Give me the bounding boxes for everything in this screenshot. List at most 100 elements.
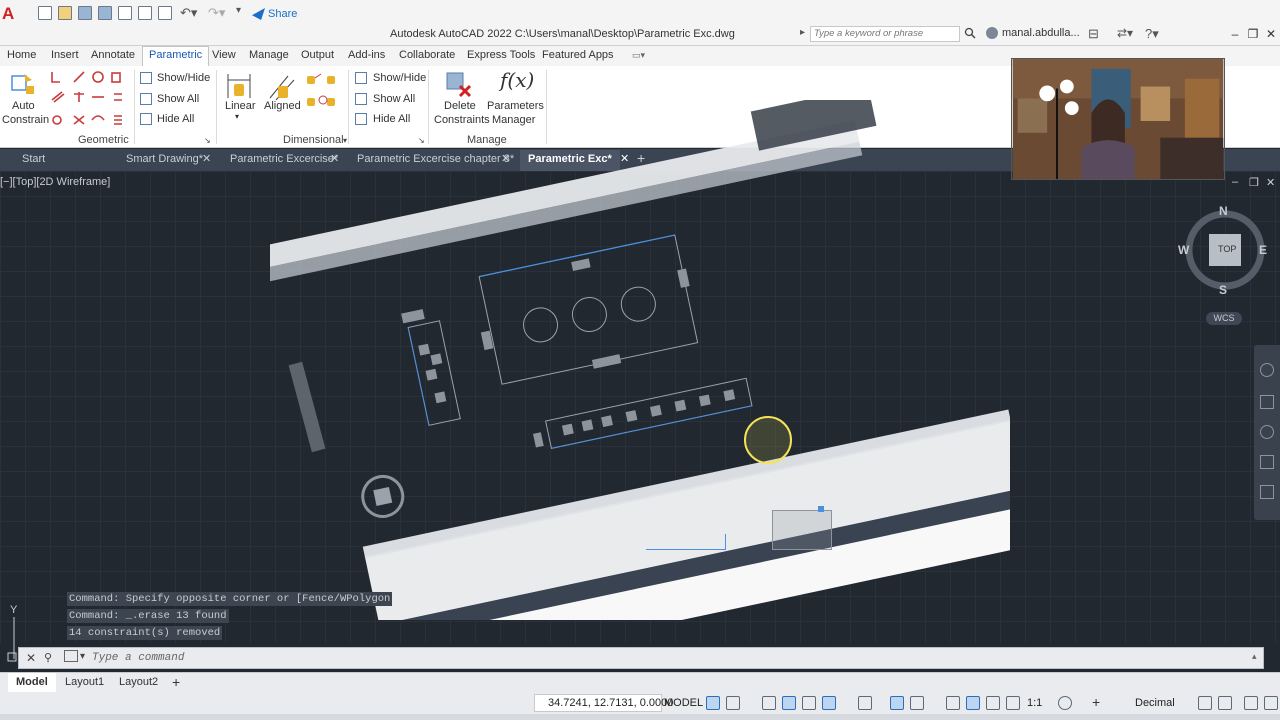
save-icon[interactable] bbox=[78, 6, 92, 20]
tab-collaborate[interactable]: Collaborate bbox=[399, 49, 455, 61]
annotation-visibility-icon[interactable] bbox=[966, 696, 980, 710]
cursor-coordinates[interactable]: 34.7241, 12.7131, 0.0000 bbox=[548, 697, 673, 709]
zoom-icon[interactable] bbox=[1260, 425, 1274, 439]
viewcube-east-label[interactable]: E bbox=[1259, 243, 1267, 257]
tab-layout2[interactable]: Layout2 bbox=[119, 676, 158, 688]
qat-menu-icon[interactable]: ▾ bbox=[236, 5, 241, 16]
search-icon[interactable] bbox=[964, 27, 976, 39]
user-icon[interactable] bbox=[986, 27, 998, 39]
command-customize-icon[interactable]: ⚲ bbox=[44, 651, 52, 664]
autocad-logo-icon[interactable]: A bbox=[2, 4, 18, 24]
linear-button[interactable]: Linear bbox=[225, 100, 256, 112]
aligned-button[interactable]: Aligned bbox=[264, 100, 301, 112]
dim-show-all-button[interactable]: Show All bbox=[373, 93, 415, 105]
dimensional-small-icons[interactable] bbox=[305, 72, 341, 126]
viewcube-north-label[interactable]: N bbox=[1219, 204, 1228, 218]
geo-hide-all-button[interactable]: Hide All bbox=[157, 113, 194, 125]
quick-properties-icon[interactable] bbox=[1198, 696, 1212, 710]
save-as-icon[interactable] bbox=[98, 6, 112, 20]
tab-start[interactable]: Start bbox=[22, 153, 45, 165]
delete-constraints-label-2[interactable]: Constraints bbox=[434, 114, 490, 126]
open-file-icon[interactable] bbox=[58, 6, 72, 20]
snap-icon[interactable] bbox=[726, 696, 740, 710]
tab-output[interactable]: Output bbox=[301, 49, 334, 61]
command-close-icon[interactable]: ✕ bbox=[26, 651, 36, 665]
annotate-plus-icon[interactable]: + bbox=[1092, 694, 1100, 710]
clean-screen-icon[interactable] bbox=[1244, 696, 1258, 710]
share-button[interactable]: Share bbox=[252, 5, 297, 23]
auto-constrain-label-2[interactable]: Constrain bbox=[2, 114, 49, 126]
viewport-close-icon[interactable]: ✕ bbox=[1266, 176, 1275, 189]
command-input[interactable]: Type a command bbox=[92, 652, 184, 664]
tab-home[interactable]: Home bbox=[7, 49, 36, 61]
command-recent-dropdown-icon[interactable]: ▾ bbox=[80, 651, 85, 662]
ribbon-toggle-icon[interactable]: ▭▾ bbox=[632, 50, 645, 61]
viewcube-top-label[interactable]: TOP bbox=[1218, 244, 1236, 254]
geo-show-hide-button[interactable]: Show/Hide bbox=[157, 72, 210, 84]
infer-constraints-icon[interactable] bbox=[762, 696, 776, 710]
lock-ui-icon[interactable] bbox=[1218, 696, 1232, 710]
new-tab-icon[interactable]: + bbox=[637, 150, 645, 166]
parameters-manager-label[interactable]: Parameters bbox=[487, 100, 544, 112]
tab-view[interactable]: View bbox=[212, 49, 236, 61]
tab-layout1[interactable]: Layout1 bbox=[65, 676, 104, 688]
tab-annotate[interactable]: Annotate bbox=[91, 49, 135, 61]
open-web-icon[interactable] bbox=[118, 6, 132, 20]
selected-block[interactable] bbox=[772, 510, 832, 550]
workspace-gear-icon[interactable] bbox=[1058, 696, 1072, 710]
save-web-icon[interactable] bbox=[138, 6, 152, 20]
customization-icon[interactable] bbox=[1264, 696, 1278, 710]
tab-express-tools[interactable]: Express Tools bbox=[467, 49, 535, 61]
tab-manage[interactable]: Manage bbox=[249, 49, 289, 61]
restore-icon[interactable]: ❐ bbox=[1246, 27, 1260, 41]
delete-constraints-icon[interactable] bbox=[444, 70, 474, 100]
close-tab-icon[interactable]: ✕ bbox=[202, 152, 211, 165]
dynamic-input-icon[interactable] bbox=[782, 696, 796, 710]
isodraft-icon[interactable] bbox=[858, 696, 872, 710]
search-input[interactable]: Type a keyword or phrase bbox=[810, 26, 960, 42]
grid-icon[interactable] bbox=[706, 696, 720, 710]
object-snap-tracking-icon[interactable] bbox=[890, 696, 904, 710]
cart-icon[interactable]: ⊟ bbox=[1088, 26, 1099, 42]
tab-model[interactable]: Model bbox=[8, 673, 56, 693]
object-snap-icon[interactable] bbox=[910, 696, 924, 710]
pan-icon[interactable] bbox=[1260, 395, 1274, 409]
tab-parametric-exc[interactable]: Parametric Exc* bbox=[520, 150, 620, 171]
command-history-icon[interactable] bbox=[64, 650, 78, 662]
tab-parametric-excercise[interactable]: Parametric Excercise* bbox=[230, 153, 338, 165]
steering-wheel-icon[interactable] bbox=[1260, 363, 1274, 377]
aligned-icon[interactable] bbox=[268, 72, 296, 102]
tab-insert[interactable]: Insert bbox=[51, 49, 79, 61]
model-space-toggle[interactable]: MODEL bbox=[664, 697, 703, 709]
tab-parametric-chapter-8[interactable]: Parametric Excercise chapter 8* bbox=[357, 153, 514, 165]
close-tab-icon[interactable]: ✕ bbox=[330, 152, 339, 165]
add-layout-icon[interactable]: + bbox=[172, 674, 180, 690]
geometric-constraints-icons[interactable] bbox=[48, 70, 128, 130]
viewport-minimize-icon[interactable]: – bbox=[1232, 176, 1238, 188]
redo-icon[interactable]: ↷▾ bbox=[208, 5, 225, 21]
linear-dropdown-icon[interactable]: ▾ bbox=[235, 112, 239, 121]
dim-hide-all-button[interactable]: Hide All bbox=[373, 113, 410, 125]
units-selector[interactable]: Decimal bbox=[1135, 697, 1175, 709]
viewcube-west-label[interactable]: W bbox=[1178, 243, 1189, 257]
viewport-controls-label[interactable]: [−][Top][2D Wireframe] bbox=[0, 176, 110, 188]
grip-point[interactable] bbox=[818, 506, 824, 512]
wcs-menu-button[interactable]: WCS bbox=[1206, 312, 1242, 325]
dimensional-dropdown-icon[interactable]: ▾ bbox=[343, 136, 347, 145]
new-file-icon[interactable] bbox=[38, 6, 52, 20]
search-expand-icon[interactable]: ▸ bbox=[800, 27, 805, 38]
dimensional-expand-icon[interactable]: ↘ bbox=[418, 136, 425, 145]
command-expand-icon[interactable]: ▴ bbox=[1252, 651, 1257, 662]
geometric-expand-icon[interactable]: ↘ bbox=[204, 136, 211, 145]
dim-show-hide-button[interactable]: Show/Hide bbox=[373, 72, 426, 84]
tab-smart-drawing[interactable]: Smart Drawing* bbox=[126, 153, 203, 165]
auto-constrain-icon[interactable] bbox=[10, 70, 36, 98]
showmotion-icon[interactable] bbox=[1260, 485, 1274, 499]
selected-line[interactable] bbox=[646, 534, 726, 550]
show-lineweight-icon[interactable] bbox=[946, 696, 960, 710]
linear-icon[interactable] bbox=[225, 72, 253, 102]
help-icon[interactable]: ?▾ bbox=[1145, 26, 1159, 42]
orbit-icon[interactable] bbox=[1260, 455, 1274, 469]
user-name[interactable]: manal.abdulla... bbox=[1002, 27, 1080, 39]
ortho-icon[interactable] bbox=[802, 696, 816, 710]
